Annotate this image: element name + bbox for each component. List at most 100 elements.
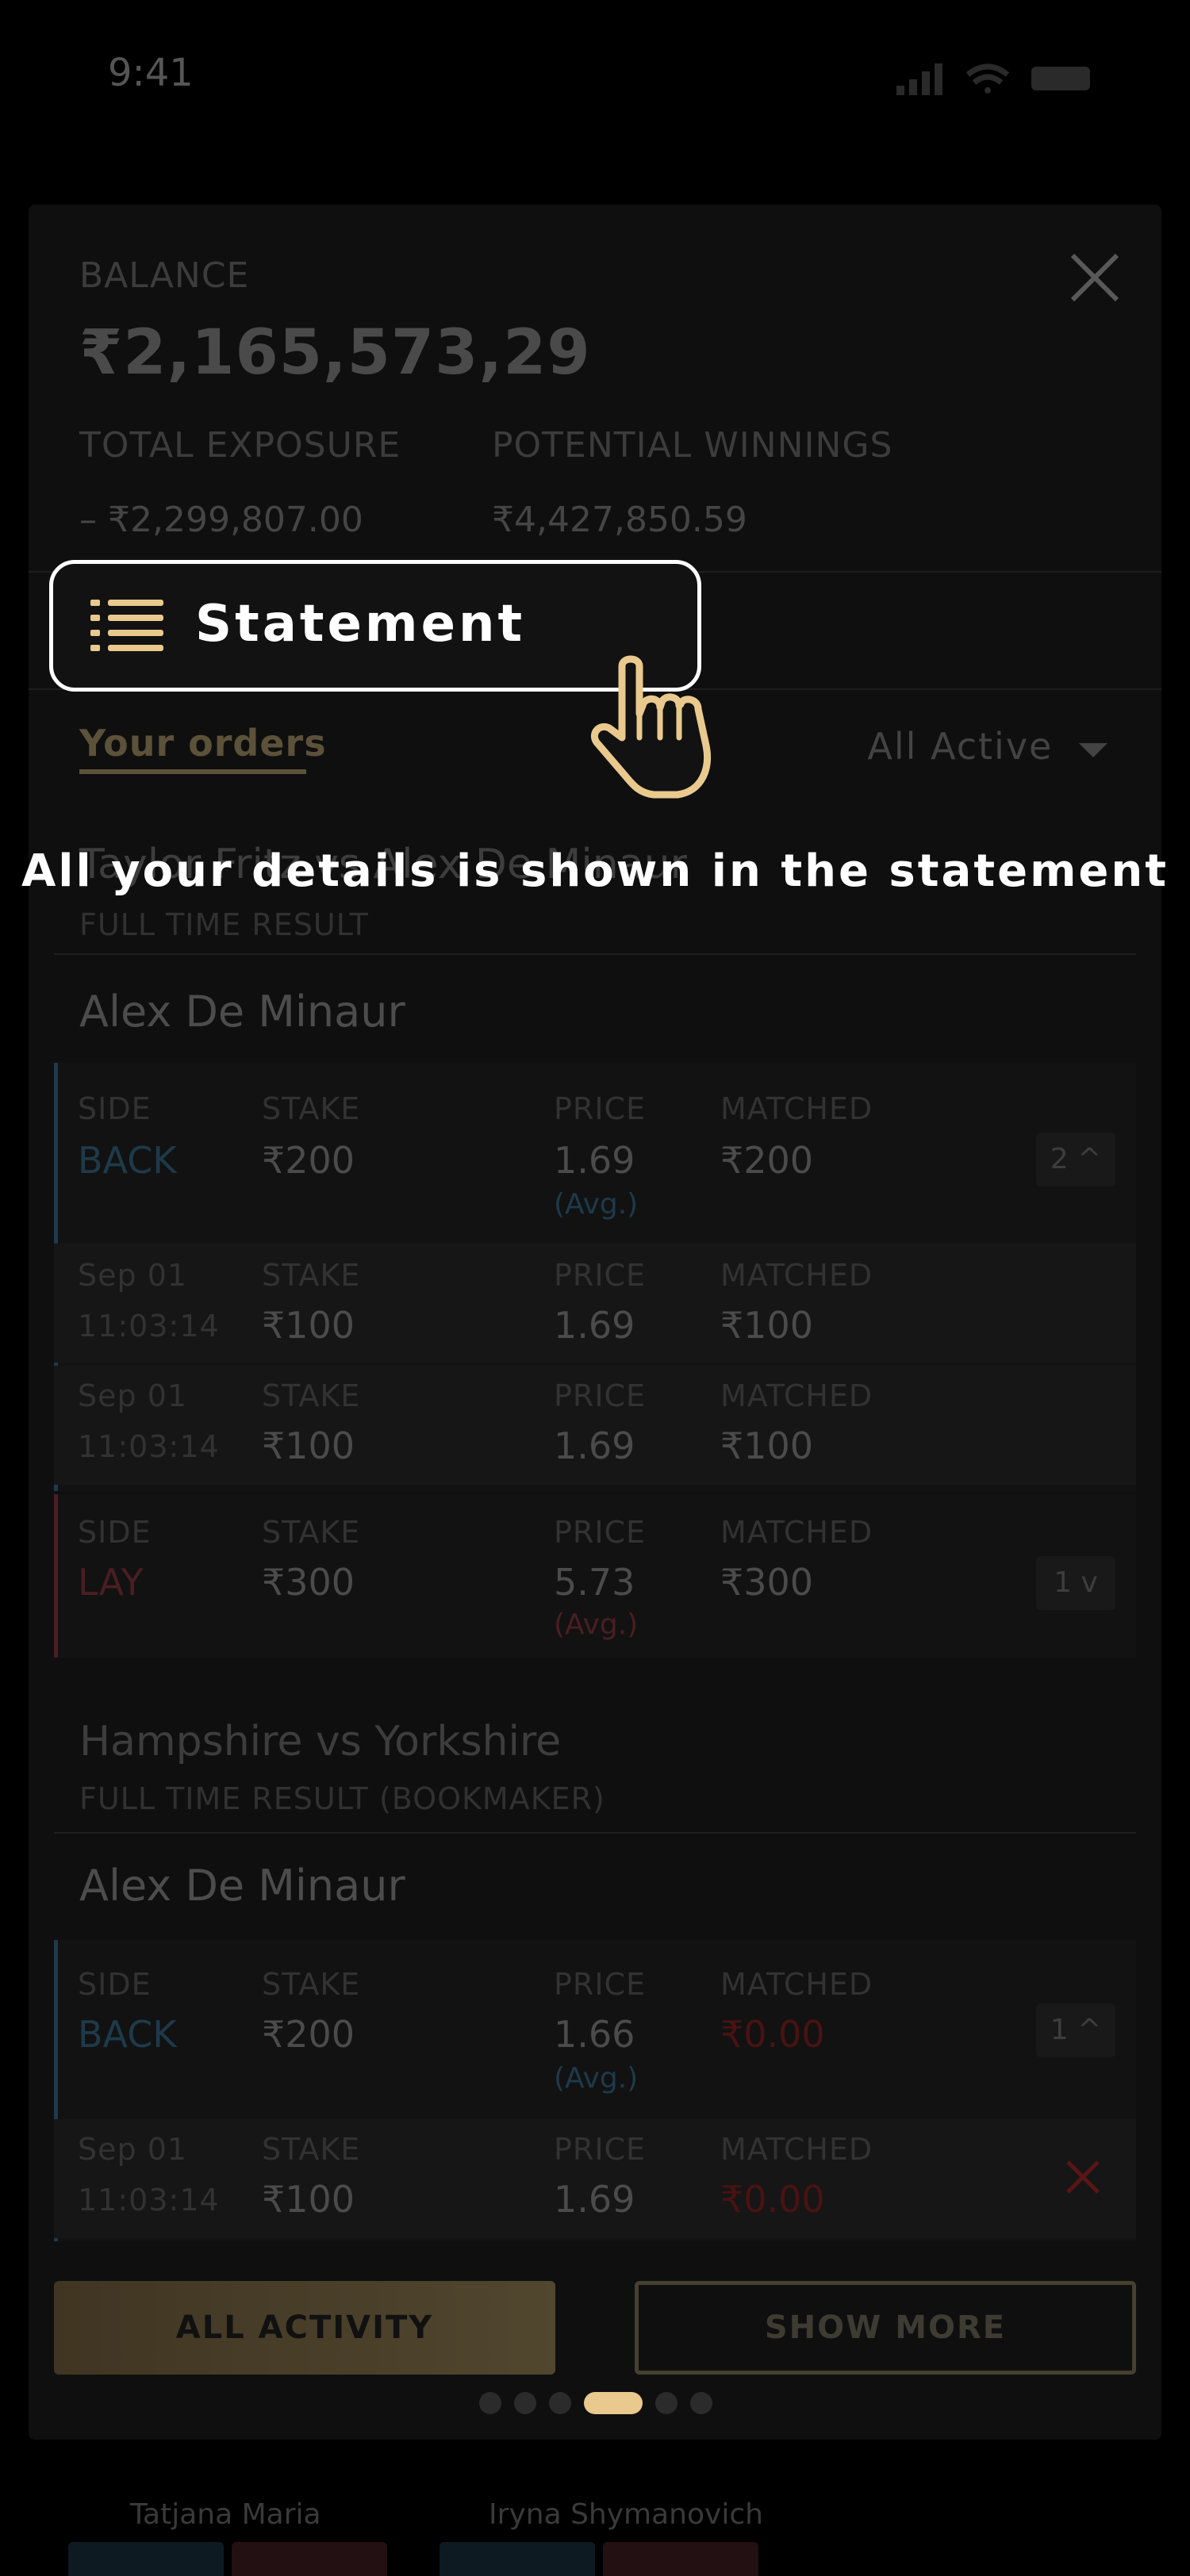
cancel-order-icon[interactable]: [1065, 2159, 1101, 2195]
stake-value: ₹200: [262, 1139, 355, 1182]
status-time: 9:41: [108, 51, 194, 95]
caret-down-icon: [1079, 742, 1107, 757]
background-back-chip: [68, 2542, 224, 2576]
tap-hand-icon: [590, 650, 733, 801]
order-time: 11:03:14: [78, 2183, 220, 2218]
price-value: 1.66: [554, 2013, 635, 2056]
side-value: BACK: [78, 2013, 177, 2056]
order-date: Sep 01: [78, 2132, 188, 2167]
page-dot[interactable]: [690, 2392, 712, 2414]
stake-label: STAKE: [262, 1258, 361, 1293]
page-dot[interactable]: [549, 2392, 571, 2414]
divider: [54, 1832, 1136, 1834]
order-date: Sep 01: [78, 1258, 188, 1293]
background-lay-chip: [603, 2542, 758, 2576]
filter-label: All Active: [867, 725, 1054, 768]
matched-label: MATCHED: [720, 1091, 873, 1126]
filter-dropdown[interactable]: All Active: [867, 725, 1109, 768]
stake-value: ₹300: [262, 1561, 355, 1604]
chevron-up-icon: ^: [1077, 1143, 1102, 1175]
potential-winnings-label: POTENTIAL WINNINGS: [492, 425, 893, 466]
side-label: SIDE: [78, 1967, 152, 2002]
order-count-toggle[interactable]: 1 v: [1036, 1556, 1115, 1610]
page-dot[interactable]: [479, 2392, 501, 2414]
order-time: 11:03:14: [78, 1429, 220, 1464]
list-icon: [90, 600, 167, 652]
lay-indicator: [54, 1494, 58, 1658]
chevron-down-icon: v: [1081, 1566, 1098, 1599]
matched-value: ₹0.00: [720, 2013, 825, 2056]
page-dot[interactable]: [514, 2392, 536, 2414]
side-value: BACK: [78, 1139, 177, 1182]
tab-your-orders[interactable]: Your orders: [79, 722, 327, 765]
order-count: 2: [1050, 1143, 1069, 1175]
order-count-toggle[interactable]: 1 ^: [1036, 2003, 1115, 2057]
runner-title: Alex De Minaur: [79, 987, 405, 1037]
price-value: 1.69: [554, 1139, 635, 1182]
stake-value: ₹100: [262, 1304, 355, 1347]
status-icons: [896, 60, 1134, 100]
potential-winnings-value: ₹4,427,850.59: [492, 500, 747, 540]
chevron-up-icon: ^: [1077, 2014, 1102, 2046]
price-label: PRICE: [554, 1258, 647, 1293]
matched-value: ₹100: [720, 1304, 814, 1347]
stake-value: ₹200: [262, 2013, 355, 2056]
market-title: FULL TIME RESULT (BOOKMAKER): [79, 1781, 605, 1816]
tutorial-message: All your details is shown in the stateme…: [21, 845, 1169, 897]
matched-label: MATCHED: [720, 1967, 873, 2002]
price-value: 1.69: [554, 2178, 635, 2221]
total-exposure-label: TOTAL EXPOSURE: [79, 425, 401, 466]
order-count: 1: [1050, 2014, 1069, 2046]
background-player-1: Tatjana Maria: [130, 2498, 321, 2531]
price-value: 1.69: [554, 1304, 635, 1347]
show-more-button[interactable]: SHOW MORE: [635, 2281, 1136, 2375]
matched-value: ₹300: [720, 1561, 814, 1604]
price-label: PRICE: [554, 1967, 647, 2002]
close-icon[interactable]: [1068, 251, 1122, 305]
background-back-chip: [440, 2542, 595, 2576]
order-date: Sep 01: [78, 1378, 188, 1413]
price-avg-label: (Avg.): [554, 2062, 639, 2095]
price-label: PRICE: [554, 1378, 647, 1413]
signal-icon: [896, 63, 942, 95]
matched-value: ₹200: [720, 1139, 814, 1182]
price-label: PRICE: [554, 1515, 647, 1550]
price-value: 5.73: [554, 1561, 635, 1604]
background-players: Tatjana Maria Iryna Shymanovich: [130, 2498, 763, 2531]
stake-label: STAKE: [262, 1378, 361, 1413]
stake-value: ₹100: [262, 2178, 355, 2221]
page-dot[interactable]: [655, 2392, 678, 2414]
stake-label: STAKE: [262, 1515, 361, 1550]
all-activity-button[interactable]: ALL ACTIVITY: [54, 2281, 555, 2375]
balance-amount: ₹2,165,573,29: [79, 317, 591, 389]
price-avg-label: (Avg.): [554, 1608, 639, 1641]
matched-value: ₹0.00: [720, 2178, 825, 2221]
background-player-2: Iryna Shymanovich: [489, 2498, 763, 2531]
market-title: FULL TIME RESULT: [79, 907, 369, 942]
order-count: 1: [1054, 1566, 1073, 1599]
divider: [54, 953, 1136, 955]
tab-underline: [79, 769, 306, 774]
total-exposure-value: – ₹2,299,807.00: [79, 500, 363, 540]
side-value: LAY: [78, 1561, 144, 1604]
price-label: PRICE: [554, 2132, 647, 2167]
order-time: 11:03:14: [78, 1309, 220, 1344]
statement-label: Statement: [195, 595, 526, 654]
stake-label: STAKE: [262, 2132, 361, 2167]
balance-label: BALANCE: [79, 255, 250, 296]
matched-label: MATCHED: [720, 1258, 873, 1293]
stake-label: STAKE: [262, 1091, 361, 1126]
price-avg-label: (Avg.): [554, 1188, 639, 1221]
event-title: Hampshire vs Yorkshire: [79, 1718, 562, 1765]
price-label: PRICE: [554, 1091, 647, 1126]
matched-label: MATCHED: [720, 2132, 873, 2167]
background-lay-chip: [232, 2542, 387, 2576]
stake-value: ₹100: [262, 1424, 355, 1467]
price-value: 1.69: [554, 1424, 635, 1467]
side-label: SIDE: [78, 1091, 152, 1126]
page-dot-active[interactable]: [584, 2392, 643, 2414]
order-count-toggle[interactable]: 2 ^: [1036, 1133, 1115, 1186]
runner-title: Alex De Minaur: [79, 1861, 405, 1911]
stake-label: STAKE: [262, 1967, 361, 2002]
battery-icon: [1031, 67, 1090, 90]
